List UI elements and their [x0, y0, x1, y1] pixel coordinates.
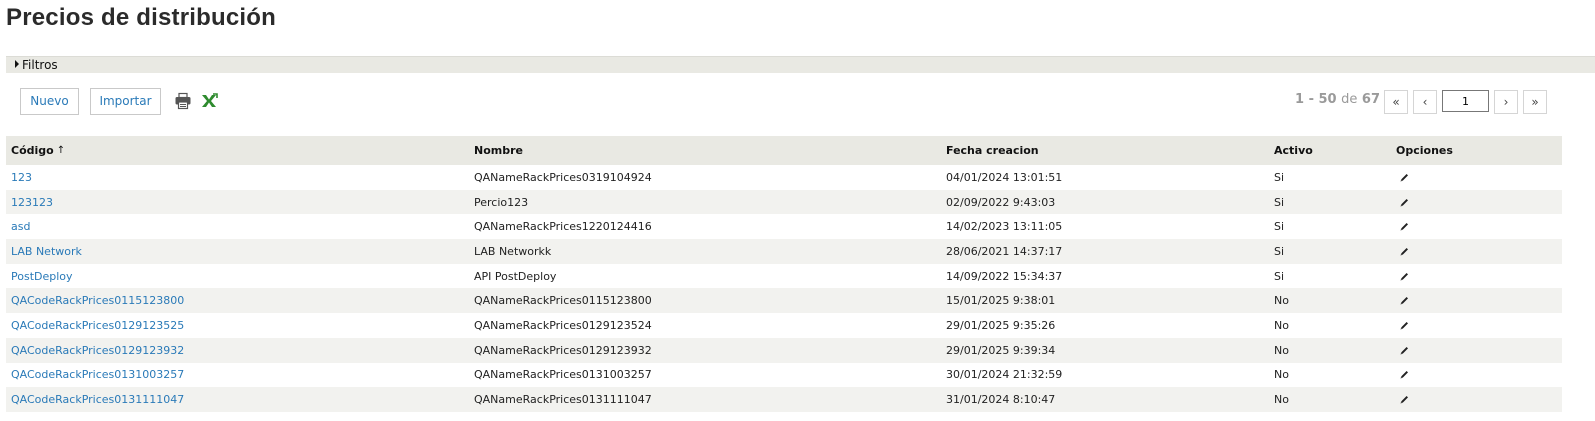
- active-cell: Si: [1274, 244, 1285, 258]
- caret-right-icon: [15, 60, 19, 68]
- name-cell: QANameRackPrices1220124416: [474, 220, 652, 234]
- code-link[interactable]: QACodeRackPrices0131111047: [11, 393, 184, 406]
- edit-pencil-icon[interactable]: [1399, 172, 1410, 183]
- edit-pencil-icon[interactable]: [1399, 320, 1410, 331]
- table-row: 123 QANameRackPrices0319104924 04/01/2024 …: [6, 165, 1562, 190]
- edit-pencil-icon[interactable]: [1399, 295, 1410, 306]
- column-header-name[interactable]: Nombre: [474, 136, 523, 165]
- column-header-code-label: Código: [11, 144, 54, 157]
- new-button[interactable]: Nuevo: [20, 88, 79, 115]
- created-date-cell: 02/09/2022 9:43:03: [946, 195, 1056, 209]
- page-number-input[interactable]: [1442, 90, 1489, 112]
- code-link[interactable]: 123: [11, 171, 32, 184]
- edit-pencil-icon[interactable]: [1399, 271, 1410, 282]
- name-cell: QANameRackPrices0129123524: [474, 318, 652, 332]
- edit-pencil-icon[interactable]: [1399, 394, 1410, 405]
- active-cell: No: [1274, 368, 1289, 382]
- pager-summary: 1 - 50 de 67: [1290, 92, 1380, 107]
- name-cell: LAB Networkk: [474, 244, 552, 258]
- created-date-cell: 04/01/2024 13:01:51: [946, 170, 1063, 184]
- name-cell: QANameRackPrices0131003257: [474, 368, 652, 382]
- pager-total: 67: [1361, 92, 1380, 107]
- code-link[interactable]: QACodeRackPrices0129123525: [11, 319, 184, 332]
- active-cell: No: [1274, 393, 1289, 407]
- filters-label: Filtros: [22, 58, 58, 72]
- created-date-cell: 29/01/2025 9:35:26: [946, 318, 1056, 332]
- edit-pencil-icon[interactable]: [1399, 345, 1410, 356]
- active-cell: No: [1274, 318, 1289, 332]
- column-header-code[interactable]: Código ↑: [11, 136, 65, 165]
- sort-ascending-icon: ↑: [56, 145, 66, 156]
- table-body: 123 QANameRackPrices0319104924 04/01/2024 …: [6, 165, 1562, 412]
- name-cell: QANameRackPrices0115123800: [474, 294, 652, 308]
- created-date-cell: 14/02/2023 13:11:05: [946, 220, 1063, 234]
- table-row: QACodeRackPrices0129123932 QANameRackPric…: [6, 337, 1562, 363]
- name-cell: QANameRackPrices0131111047: [474, 393, 652, 407]
- name-cell: QANameRackPrices0319104924: [474, 170, 652, 184]
- table-row: asd QANameRackPrices1220124416 14/02/2023 …: [6, 214, 1562, 239]
- created-date-cell: 15/01/2025 9:38:01: [946, 294, 1056, 308]
- table-row: QACodeRackPrices0129123525 QANameRackPric…: [6, 313, 1562, 338]
- column-header-active[interactable]: Activo: [1274, 136, 1313, 165]
- table-row: QACodeRackPrices0131111047 QANameRackPric…: [6, 387, 1562, 412]
- table-header: Código ↑ Nombre Fecha creacion Activo Opc…: [6, 136, 1562, 165]
- column-header-options: Opciones: [1396, 144, 1453, 157]
- first-page-button[interactable]: «: [1384, 90, 1408, 114]
- edit-pencil-icon[interactable]: [1399, 246, 1410, 257]
- code-link[interactable]: LAB Network: [11, 245, 82, 258]
- created-date-cell: 28/06/2021 14:37:17: [946, 244, 1063, 258]
- name-cell: Percio123: [474, 195, 529, 209]
- column-header-created[interactable]: Fecha creacion: [946, 136, 1039, 165]
- active-cell: No: [1274, 294, 1289, 308]
- code-link[interactable]: 123123: [11, 196, 53, 209]
- table-row: QACodeRackPrices0131003257 QANameRackPric…: [6, 363, 1562, 388]
- prev-page-button[interactable]: ‹: [1413, 90, 1437, 114]
- created-date-cell: 30/01/2024 21:32:59: [946, 368, 1063, 382]
- page-title: Precios de distribución: [6, 4, 276, 31]
- code-link[interactable]: asd: [11, 220, 30, 233]
- filters-toggle[interactable]: Filtros: [6, 56, 1595, 73]
- code-link[interactable]: QACodeRackPrices0131003257: [11, 368, 184, 381]
- name-cell: API PostDeploy: [474, 269, 557, 283]
- active-cell: Si: [1274, 220, 1285, 234]
- edit-pencil-icon[interactable]: [1399, 197, 1410, 208]
- prices-table: Código ↑ Nombre Fecha creacion Activo Opc…: [6, 136, 1562, 412]
- excel-export-icon[interactable]: [200, 92, 218, 110]
- table-row: LAB Network LAB Networkk 28/06/2021 14:37:…: [6, 239, 1562, 264]
- table-row: QACodeRackPrices0115123800 QANameRackPric…: [6, 288, 1562, 314]
- next-page-button[interactable]: ›: [1494, 90, 1518, 114]
- active-cell: No: [1274, 343, 1289, 357]
- active-cell: Si: [1274, 170, 1285, 184]
- active-cell: Si: [1274, 269, 1285, 283]
- created-date-cell: 31/01/2024 8:10:47: [946, 393, 1056, 407]
- pager-of-label: de: [1341, 92, 1358, 107]
- last-page-button[interactable]: »: [1523, 90, 1547, 114]
- print-icon[interactable]: [174, 92, 192, 110]
- code-link[interactable]: QACodeRackPrices0115123800: [11, 294, 184, 307]
- code-link[interactable]: PostDeploy: [11, 270, 73, 283]
- created-date-cell: 29/01/2025 9:39:34: [946, 343, 1056, 357]
- active-cell: Si: [1274, 195, 1285, 209]
- edit-pencil-icon[interactable]: [1399, 369, 1410, 380]
- name-cell: QANameRackPrices0129123932: [474, 343, 652, 357]
- import-button[interactable]: Importar: [90, 88, 161, 115]
- table-row: PostDeploy API PostDeploy 14/09/2022 15:34…: [6, 264, 1562, 289]
- edit-pencil-icon[interactable]: [1399, 221, 1410, 232]
- created-date-cell: 14/09/2022 15:34:37: [946, 269, 1063, 283]
- code-link[interactable]: QACodeRackPrices0129123932: [11, 344, 184, 357]
- pager-range: 1 - 50: [1295, 92, 1337, 107]
- table-row: 123123 Percio123 02/09/2022 9:43:03 Si: [6, 189, 1562, 215]
